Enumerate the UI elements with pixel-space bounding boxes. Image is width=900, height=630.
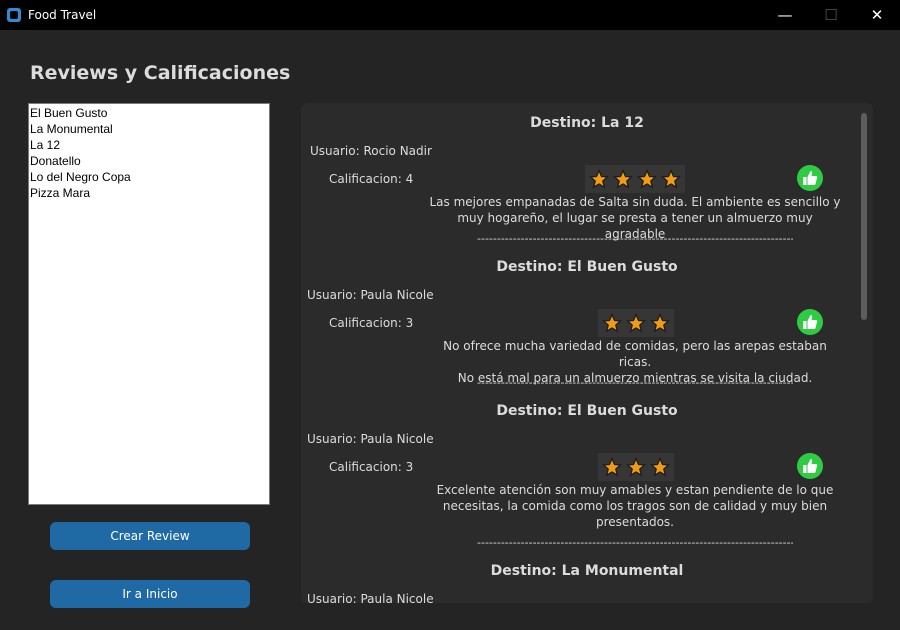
review-destination: Destino: El Buen Gusto xyxy=(496,403,678,419)
review-separator: ----------------------------------------… xyxy=(477,536,793,549)
review-separator: ----------------------------------------… xyxy=(477,232,793,245)
review-rating: Calificacion: 4 xyxy=(329,172,414,186)
list-item[interactable]: Pizza Mara xyxy=(30,185,269,201)
review-separator: ----------------------------------------… xyxy=(477,376,793,389)
go-home-button[interactable]: Ir a Inicio xyxy=(50,580,250,608)
review-comment-line: No ofrece mucha variedad de comidas, per… xyxy=(443,339,827,369)
maximize-icon: ☐ xyxy=(824,6,838,24)
review-user: Usuario: Paula Nicole xyxy=(307,432,434,446)
thumbs-up-icon[interactable] xyxy=(797,453,823,479)
review-user: Usuario: Paula Nicole xyxy=(307,288,434,302)
restaurant-list[interactable]: El Buen Gusto La Monumental La 12 Donate… xyxy=(28,103,270,505)
review-user: Usuario: Paula Nicole xyxy=(307,592,434,603)
review-destination: Destino: El Buen Gusto xyxy=(496,259,678,275)
app-icon xyxy=(7,8,21,22)
star-icon xyxy=(650,457,670,477)
scrollbar[interactable] xyxy=(861,113,867,320)
star-rating xyxy=(598,453,674,481)
list-item[interactable]: El Buen Gusto xyxy=(30,105,269,121)
thumbs-up-icon[interactable] xyxy=(797,165,823,191)
star-icon xyxy=(637,169,657,189)
review-comment-line: Las mejores empanadas de Salta sin duda.… xyxy=(429,195,841,209)
list-item[interactable]: La Monumental xyxy=(30,121,269,137)
window-title: Food Travel xyxy=(28,8,97,22)
star-rating xyxy=(585,165,685,193)
star-rating xyxy=(598,309,674,337)
review-comment: Excelente atención son muy amables y est… xyxy=(429,482,841,530)
page-title: Reviews y Calificaciones xyxy=(30,62,291,84)
star-icon xyxy=(661,169,681,189)
create-review-button[interactable]: Crear Review xyxy=(50,522,250,550)
review-destination: Destino: La Monumental xyxy=(490,563,684,579)
minimize-icon[interactable]: — xyxy=(762,0,808,30)
star-icon xyxy=(589,169,609,189)
star-icon xyxy=(613,169,633,189)
title-bar: Food Travel — ☐ ✕ xyxy=(0,0,900,30)
review-comment-line: presentados. xyxy=(596,515,674,529)
star-icon xyxy=(626,313,646,333)
list-item[interactable]: Lo del Negro Copa xyxy=(30,169,269,185)
star-icon xyxy=(602,457,622,477)
review-card: Destino: El Buen Gusto Usuario: Paula Ni… xyxy=(301,391,873,551)
star-icon xyxy=(650,313,670,333)
review-card: Destino: La Monumental Usuario: Paula Ni… xyxy=(301,551,873,603)
review-card: Destino: La 12 Usuario: Rocio Nadir Cali… xyxy=(301,103,873,247)
thumbs-up-icon[interactable] xyxy=(797,309,823,335)
review-rating: Calificacion: 3 xyxy=(329,316,414,330)
review-rating: Calificacion: 3 xyxy=(329,460,414,474)
list-item[interactable]: La 12 xyxy=(30,137,269,153)
list-item[interactable]: Donatello xyxy=(30,153,269,169)
reviews-panel[interactable]: Destino: La 12 Usuario: Rocio Nadir Cali… xyxy=(301,103,873,603)
review-comment-line: necesitas, la comida como los tragos son… xyxy=(442,499,828,513)
review-comment-line: Excelente atención son muy amables y est… xyxy=(436,483,834,497)
review-user: Usuario: Rocio Nadir xyxy=(310,144,432,158)
star-icon xyxy=(602,313,622,333)
close-icon[interactable]: ✕ xyxy=(854,0,900,30)
window-controls: — ☐ ✕ xyxy=(762,0,900,30)
star-icon xyxy=(626,457,646,477)
review-destination: Destino: La 12 xyxy=(530,115,644,131)
review-card: Destino: El Buen Gusto Usuario: Paula Ni… xyxy=(301,247,873,391)
